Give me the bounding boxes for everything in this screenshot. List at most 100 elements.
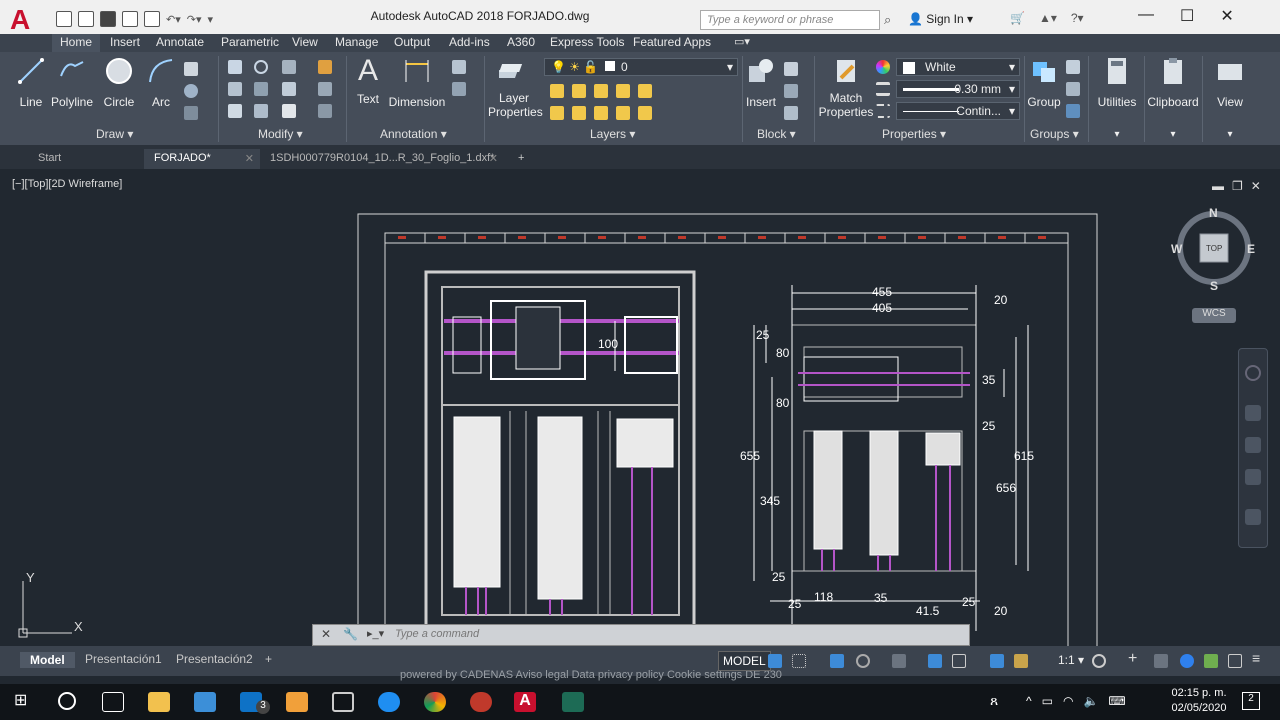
object-snap-tracking-icon[interactable] — [928, 654, 942, 668]
layout-tab-presentacion1[interactable]: Presentación1 — [85, 652, 162, 666]
redo-icon[interactable]: ↷▾ — [187, 13, 202, 26]
open-icon[interactable] — [78, 11, 94, 27]
polar-icon[interactable] — [856, 654, 870, 668]
wrench-icon[interactable]: 🔧 — [343, 627, 358, 641]
grid-icon[interactable] — [768, 654, 782, 668]
layer-tool-icon[interactable] — [638, 106, 652, 120]
new-icon[interactable] — [56, 11, 72, 27]
mirror-icon[interactable] — [254, 82, 268, 96]
edit-block-icon[interactable] — [784, 84, 798, 98]
linetype-dropdown[interactable]: Contin... ▾ — [896, 102, 1020, 120]
annotation-panel-label[interactable]: Annotation ▾ — [380, 127, 447, 141]
scale-icon[interactable] — [254, 104, 268, 118]
compass-s[interactable]: S — [1210, 279, 1218, 293]
layer-tool-icon[interactable] — [616, 106, 630, 120]
tab-view[interactable]: View — [292, 35, 318, 49]
orbit-icon[interactable] — [1245, 469, 1261, 485]
match-properties-button[interactable]: Match Properties — [818, 56, 874, 119]
draw-panel-label[interactable]: Draw ▾ — [96, 127, 133, 141]
dimension-button[interactable]: Dimension — [388, 56, 446, 109]
compass-n[interactable]: N — [1209, 206, 1218, 220]
tab-manage[interactable]: Manage — [335, 35, 378, 49]
save-as-icon[interactable] — [122, 11, 138, 27]
layer-tool-icon[interactable] — [550, 106, 564, 120]
zoom-icon[interactable] — [1245, 437, 1261, 453]
search-input[interactable]: Type a keyword or phrase — [700, 10, 880, 30]
table-icon[interactable] — [452, 82, 466, 96]
new-tab-button[interactable]: + — [508, 149, 536, 169]
tab-insert[interactable]: Insert — [110, 35, 140, 49]
trim-icon[interactable] — [282, 60, 296, 74]
notification-center-icon[interactable]: 2 — [1242, 692, 1260, 710]
color-dropdown[interactable]: White ▾ — [896, 58, 1020, 76]
compass-e[interactable]: E — [1247, 242, 1255, 256]
layer-tool-icon[interactable] — [572, 84, 586, 98]
layer-tool-icon[interactable] — [572, 106, 586, 120]
isodraft-icon[interactable] — [892, 654, 906, 668]
ribbon-options-icon[interactable]: ▭▾ — [734, 35, 750, 48]
annotation-scale[interactable]: 1:1 ▾ — [1058, 653, 1084, 667]
close-icon[interactable]: ✕ — [1251, 179, 1261, 193]
a360-icon[interactable]: ▲▾ — [1039, 11, 1057, 25]
tab-home[interactable]: Home — [52, 34, 101, 52]
utilities-button[interactable]: Utilities ▾ — [1094, 56, 1140, 140]
chevron-up-icon[interactable]: ^ — [1026, 694, 1032, 708]
block-panel-label[interactable]: Block ▾ — [757, 127, 796, 141]
ortho-icon[interactable] — [830, 654, 844, 668]
add-layout-button[interactable]: + — [265, 652, 272, 666]
search-circle-icon[interactable] — [58, 692, 76, 710]
tab-annotate[interactable]: Annotate — [156, 35, 204, 49]
view-button[interactable]: View ▾ — [1208, 56, 1252, 140]
osnap-icon[interactable] — [952, 654, 966, 668]
polyline-button[interactable]: Polyline — [50, 56, 94, 109]
tab-add-ins[interactable]: Add-ins — [449, 35, 490, 49]
wcs-menu[interactable]: WCS — [1192, 308, 1236, 323]
viewport-controls-label[interactable]: [−][Top][2D Wireframe] — [12, 178, 122, 190]
copy-icon[interactable] — [228, 82, 242, 96]
viewcube[interactable]: TOP N S E W — [1171, 206, 1256, 293]
insert-button[interactable]: Insert — [744, 56, 778, 109]
viewcube-top-face[interactable]: TOP — [1206, 244, 1222, 253]
save-icon[interactable] — [100, 11, 116, 27]
showmotion-icon[interactable] — [1245, 509, 1261, 525]
file-tab-start[interactable]: Start — [28, 149, 144, 169]
erase-icon[interactable] — [318, 60, 332, 74]
group-button[interactable]: Group — [1026, 56, 1062, 109]
tab-output[interactable]: Output — [394, 35, 430, 49]
file-tab-forjado[interactable]: FORJADO* ✕ — [144, 149, 260, 169]
properties-panel-label[interactable]: Properties ▾ — [882, 127, 946, 141]
clock[interactable]: 02:15 p. m. 02/05/2020 — [1162, 686, 1236, 716]
text-button[interactable]: A Text — [352, 56, 384, 107]
array-icon[interactable] — [282, 104, 296, 118]
tab-featured-apps[interactable]: Featured Apps — [633, 35, 711, 49]
model-space-button[interactable]: MODEL — [718, 651, 771, 671]
arc-button[interactable]: Arc — [144, 56, 178, 109]
hardware-acceleration-icon[interactable] — [1180, 654, 1194, 668]
group-select-icon[interactable] — [1066, 104, 1080, 118]
rectangle-icon[interactable] — [184, 62, 198, 76]
layers-panel-label[interactable]: Layers ▾ — [590, 127, 635, 141]
close-icon[interactable]: ✕ — [1220, 6, 1233, 26]
store-icon[interactable] — [194, 692, 216, 712]
tab-parametric[interactable]: Parametric — [221, 35, 279, 49]
close-icon[interactable]: ✕ — [321, 627, 331, 641]
media-app-icon[interactable] — [470, 692, 492, 712]
line-button[interactable]: Line — [12, 56, 50, 109]
offset-icon[interactable] — [318, 104, 332, 118]
fullscreen-icon[interactable] — [1228, 654, 1242, 668]
close-icon[interactable]: ✕ — [245, 152, 254, 165]
application-menu-button[interactable]: A — [8, 4, 48, 35]
restore-icon[interactable]: ❐ — [1232, 179, 1243, 193]
app-icon[interactable] — [286, 692, 308, 712]
help-icon[interactable]: ?▾ — [1071, 11, 1084, 25]
attribute-icon[interactable] — [784, 106, 798, 120]
stretch-icon[interactable] — [228, 104, 242, 118]
search-icon[interactable]: ⌕ — [884, 12, 891, 28]
command-prompt-icon[interactable]: ▸_▾ — [367, 627, 384, 640]
rotate-icon[interactable] — [254, 60, 268, 74]
people-icon[interactable]: ጸ — [990, 692, 998, 709]
chrome-icon[interactable] — [424, 692, 446, 712]
annotation-visibility-icon[interactable] — [990, 654, 1004, 668]
tab-express-tools[interactable]: Express Tools — [550, 35, 624, 49]
hatch-icon[interactable] — [184, 84, 198, 98]
